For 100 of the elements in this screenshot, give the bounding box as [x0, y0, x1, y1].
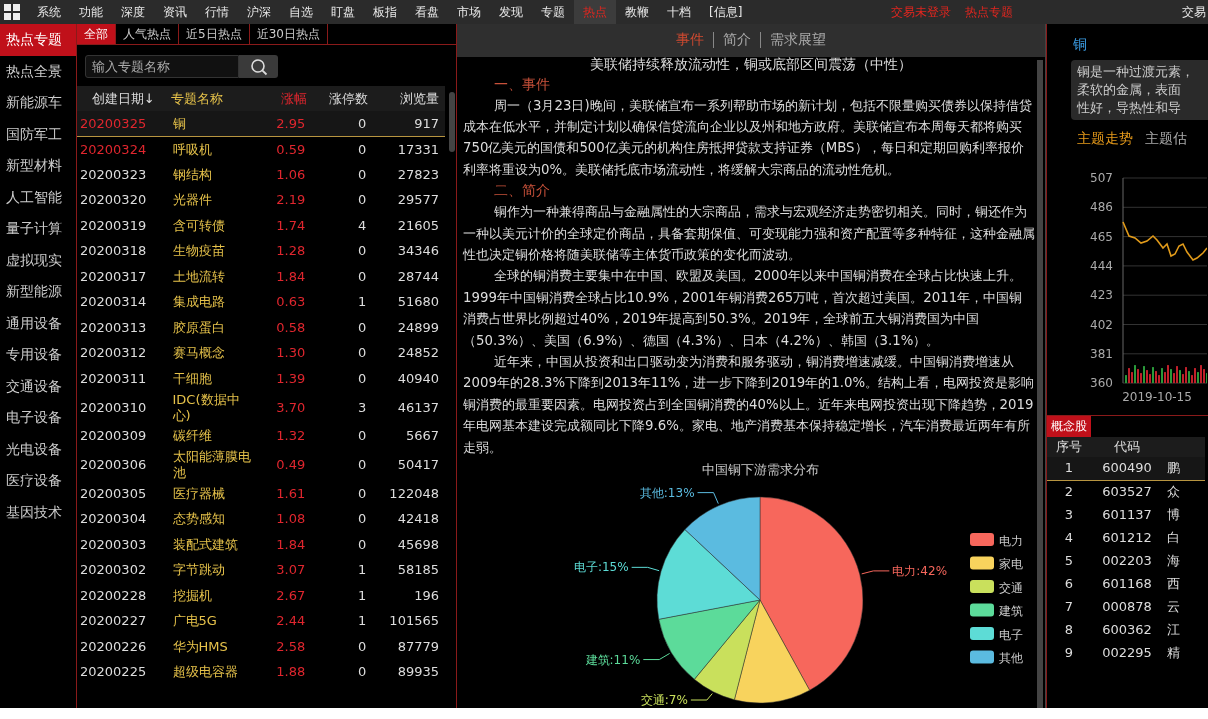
sidebar-item[interactable]: 人工智能 [0, 181, 76, 213]
sidebar-item[interactable]: 新能源车 [0, 87, 76, 119]
scrollbar-thumb[interactable] [449, 92, 455, 152]
column-header[interactable]: 涨停数 [308, 86, 370, 111]
table-cell-text: 0 [356, 344, 368, 363]
table-row[interactable]: 2 603527 众 [1047, 480, 1205, 503]
menu-item[interactable]: 深度 [112, 0, 154, 24]
menu-item[interactable]: 板指 [364, 0, 406, 24]
sidebar-item[interactable]: 热点专题 [0, 24, 76, 56]
table-row[interactable]: 20200228 挖掘机 2.67 1 196 [77, 583, 445, 609]
legend-item[interactable]: 建筑 [970, 603, 1023, 618]
table-row[interactable]: 20200311 干细胞 1.39 0 40940 [77, 366, 445, 392]
table-row[interactable]: 20200302 字节跳动 3.07 1 58185 [77, 557, 445, 583]
sidebar-item[interactable]: 新型能源 [0, 276, 76, 308]
tab[interactable]: 概念股 [1047, 416, 1091, 437]
menu-item[interactable]: 盯盘 [322, 0, 364, 24]
sidebar-item[interactable]: 电子设备 [0, 402, 76, 434]
menu-item[interactable]: 功能 [70, 0, 112, 24]
menu-item[interactable]: 教鞭 [616, 0, 658, 24]
tab[interactable]: 人气热点 [116, 24, 179, 44]
menu-item[interactable]: 自选 [280, 0, 322, 24]
sidebar-item[interactable]: 光电设备 [0, 433, 76, 465]
menu-item[interactable]: 系统 [28, 0, 70, 24]
table-cell-text: 20200309 [79, 427, 148, 446]
sidebar-item[interactable]: 专用设备 [0, 339, 76, 371]
table-row[interactable]: 20200312 赛马概念 1.30 0 24852 [77, 340, 445, 366]
scrollbar[interactable] [1037, 60, 1043, 708]
table-row[interactable]: 20200310 IDC(数据中心) 3.70 3 46137 [77, 391, 445, 424]
table-row[interactable]: 6 601168 西 [1047, 572, 1205, 595]
table-cell-text: 58185 [396, 561, 440, 580]
table-row[interactable]: 20200306 太阳能薄膜电池 0.49 0 50417 [77, 449, 445, 481]
table-row[interactable]: 20200325 铜 2.95 0 917 [77, 111, 445, 137]
menu-item[interactable]: 市场 [448, 0, 490, 24]
table-row[interactable]: 20200303 装配式建筑 1.84 0 45698 [77, 532, 445, 558]
column-header[interactable]: 代码 [1091, 437, 1163, 457]
table-row[interactable]: 5 002203 海 [1047, 549, 1205, 572]
description-text: 柔软的金属，表面 [1077, 81, 1182, 99]
menu-item[interactable]: 看盘 [406, 0, 448, 24]
menu-item[interactable]: 专题 [532, 0, 574, 24]
table-row[interactable]: 20200309 碳纤维 1.32 0 5667 [77, 423, 445, 449]
tab[interactable]: 简介 [714, 31, 760, 50]
sidebar-item[interactable]: 交通设备 [0, 370, 76, 402]
tab[interactable]: 近30日热点 [249, 24, 328, 44]
table-row[interactable]: 20200305 医疗器械 1.61 0 122048 [77, 481, 445, 507]
tab[interactable]: 全部 [77, 24, 116, 44]
table-cell-text: 46137 [396, 398, 440, 417]
table-row[interactable]: 8 600362 江 [1047, 618, 1205, 641]
table-row[interactable]: 20200320 光器件 2.19 0 29577 [77, 187, 445, 213]
menu-item[interactable]: [信息] [700, 0, 752, 24]
sidebar-item[interactable]: 热点全景 [0, 55, 76, 87]
legend-item[interactable]: 电子 [970, 627, 1023, 642]
legend-item[interactable]: 家电 [970, 556, 1023, 571]
menu-item[interactable]: 资讯 [154, 0, 196, 24]
menu-item[interactable]: 交易 [1182, 3, 1208, 21]
menu-item[interactable]: 十档 [658, 0, 700, 24]
column-header[interactable]: 序号 [1047, 437, 1091, 457]
tab[interactable]: 需求展望 [761, 31, 835, 50]
column-header[interactable]: 浏览量 [369, 86, 445, 111]
menu-item[interactable]: 发现 [490, 0, 532, 24]
search-button[interactable] [239, 55, 278, 78]
search-field[interactable]: 输入专题名称 [85, 55, 239, 78]
table-row[interactable]: 9 002295 精 [1047, 641, 1205, 664]
table-row[interactable]: 7 000878 云 [1047, 595, 1205, 618]
table-row[interactable]: 20200225 超级电容器 1.88 0 89935 [77, 659, 445, 685]
legend-item[interactable]: 交通 [970, 580, 1023, 595]
table-cell: 2.95 [255, 111, 309, 137]
table-row[interactable]: 20200304 态势感知 1.08 0 42418 [77, 506, 445, 532]
sidebar-item[interactable]: 国防军工 [0, 118, 76, 150]
legend-item[interactable]: 电力 [970, 533, 1023, 548]
table-row[interactable]: 20200319 含可转债 1.74 4 21605 [77, 213, 445, 239]
table-row[interactable]: 20200226 华为HMS 2.58 0 87779 [77, 634, 445, 660]
tab[interactable]: 近5日热点 [179, 24, 250, 44]
column-header[interactable]: 专题名称 [169, 86, 256, 111]
tab[interactable]: 主题走势 [1077, 130, 1133, 148]
table-row[interactable]: 3 601137 博 [1047, 503, 1205, 526]
sidebar-item[interactable]: 虚拟现实 [0, 244, 76, 276]
sidebar-item[interactable]: 医疗设备 [0, 465, 76, 497]
tab[interactable]: 主题估 [1145, 130, 1187, 148]
column-header[interactable]: 创建日期↓ [77, 86, 170, 111]
table-row[interactable]: 20200227 广电5G 2.44 1 101565 [77, 608, 445, 634]
table-cell: 呼吸机 [169, 136, 256, 162]
legend-item[interactable]: 其他 [970, 650, 1023, 665]
table-cell-text: 1 [356, 293, 368, 312]
sidebar-item[interactable]: 基因技术 [0, 496, 76, 528]
table-row[interactable]: 20200313 胶原蛋白 0.58 0 24899 [77, 315, 445, 341]
grid-icon[interactable] [4, 4, 20, 20]
table-row[interactable]: 20200324 呼吸机 0.59 0 17331 [77, 136, 445, 162]
menu-item[interactable]: 行情 [196, 0, 238, 24]
table-cell-text: 27823 [396, 165, 440, 184]
table-row[interactable]: 1 600490 鹏 [1047, 457, 1205, 480]
table-row[interactable]: 20200314 集成电路 0.63 1 51680 [77, 289, 445, 315]
sidebar-item[interactable]: 新型材料 [0, 150, 76, 182]
sidebar-item[interactable]: 通用设备 [0, 307, 76, 339]
table-row[interactable]: 4 601212 白 [1047, 526, 1205, 549]
table-row[interactable]: 20200323 钢结构 1.06 0 27823 [77, 162, 445, 188]
menu-item[interactable]: 沪深 [238, 0, 280, 24]
table-row[interactable]: 20200317 土地流转 1.84 0 28744 [77, 264, 445, 290]
sidebar-item[interactable]: 量子计算 [0, 213, 76, 245]
table-row[interactable]: 20200318 生物疫苗 1.28 0 34346 [77, 238, 445, 264]
column-header[interactable]: 涨幅 [255, 86, 309, 111]
